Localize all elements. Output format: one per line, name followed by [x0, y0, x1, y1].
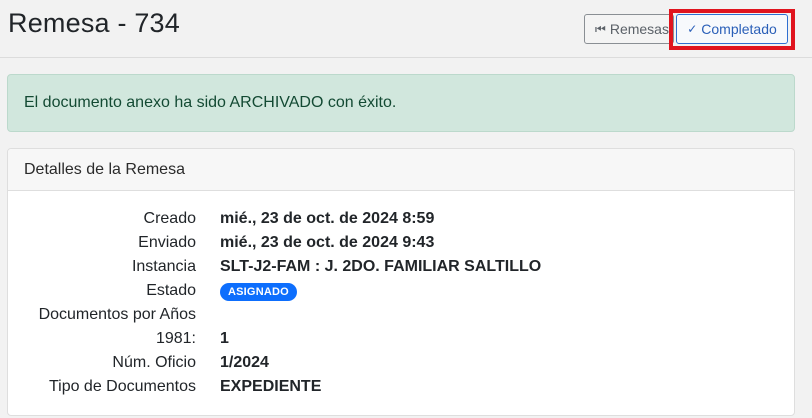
detail-label: Instancia: [131, 258, 196, 275]
page-header: Remesa - 734 ⏮ Remesas ✓ Completado: [0, 0, 812, 58]
detail-value: mié., 23 de oct. de 2024 9:43: [220, 234, 435, 251]
remesas-button[interactable]: ⏮ Remesas: [584, 14, 674, 44]
page-title: Remesa - 734: [8, 8, 180, 38]
detail-label: 1981:: [155, 330, 196, 347]
card-title: Detalles de la Remesa: [24, 160, 185, 178]
detail-value: mié., 23 de oct. de 2024 8:59: [220, 210, 435, 227]
success-alert: El documento anexo ha sido ARCHIVADO con…: [7, 74, 795, 132]
check-icon: ✓: [687, 22, 698, 36]
detail-value: ASIGNADO: [220, 282, 297, 301]
detail-row-instancia: Instancia SLT-J2-FAM : J. 2DO. FAMILIAR …: [8, 255, 794, 279]
skip-back-icon: ⏮: [595, 22, 606, 36]
card-header: Detalles de la Remesa: [8, 149, 794, 191]
detail-row-1981: 1981: 1: [8, 327, 794, 351]
detail-label: Tipo de Documentos: [48, 378, 196, 395]
detail-row-enviado: Enviado mié., 23 de oct. de 2024 9:43: [8, 231, 794, 255]
details-card: Detalles de la Remesa Creado mié., 23 de…: [7, 148, 795, 416]
detail-row-creado: Creado mié., 23 de oct. de 2024 8:59: [8, 207, 794, 231]
detail-value: SLT-J2-FAM : J. 2DO. FAMILIAR SALTILLO: [220, 258, 542, 275]
detail-value: EXPEDIENTE: [220, 378, 322, 395]
detail-value: 1/2024: [220, 354, 269, 371]
detail-row-estado: Estado ASIGNADO: [8, 279, 794, 303]
detail-label: Núm. Oficio: [112, 354, 196, 371]
detail-label: Enviado: [138, 234, 196, 251]
completado-button-label: Completado: [701, 21, 777, 37]
detail-value: 1: [220, 330, 229, 347]
remesas-button-label: Remesas: [609, 21, 669, 37]
detail-row-num-oficio: Núm. Oficio 1/2024: [8, 351, 794, 375]
detail-row-documentos-por-anos: Documentos por Años: [8, 303, 794, 327]
detail-label: Documentos por Años: [38, 306, 196, 323]
details-list: Creado mié., 23 de oct. de 2024 8:59 Env…: [8, 207, 794, 399]
status-badge: ASIGNADO: [220, 282, 297, 301]
detail-label: Estado: [146, 282, 196, 299]
completado-button[interactable]: ✓ Completado: [676, 14, 788, 44]
alert-message: El documento anexo ha sido ARCHIVADO con…: [24, 94, 397, 111]
detail-label: Creado: [143, 210, 196, 227]
detail-row-tipo-documentos: Tipo de Documentos EXPEDIENTE: [8, 375, 794, 399]
